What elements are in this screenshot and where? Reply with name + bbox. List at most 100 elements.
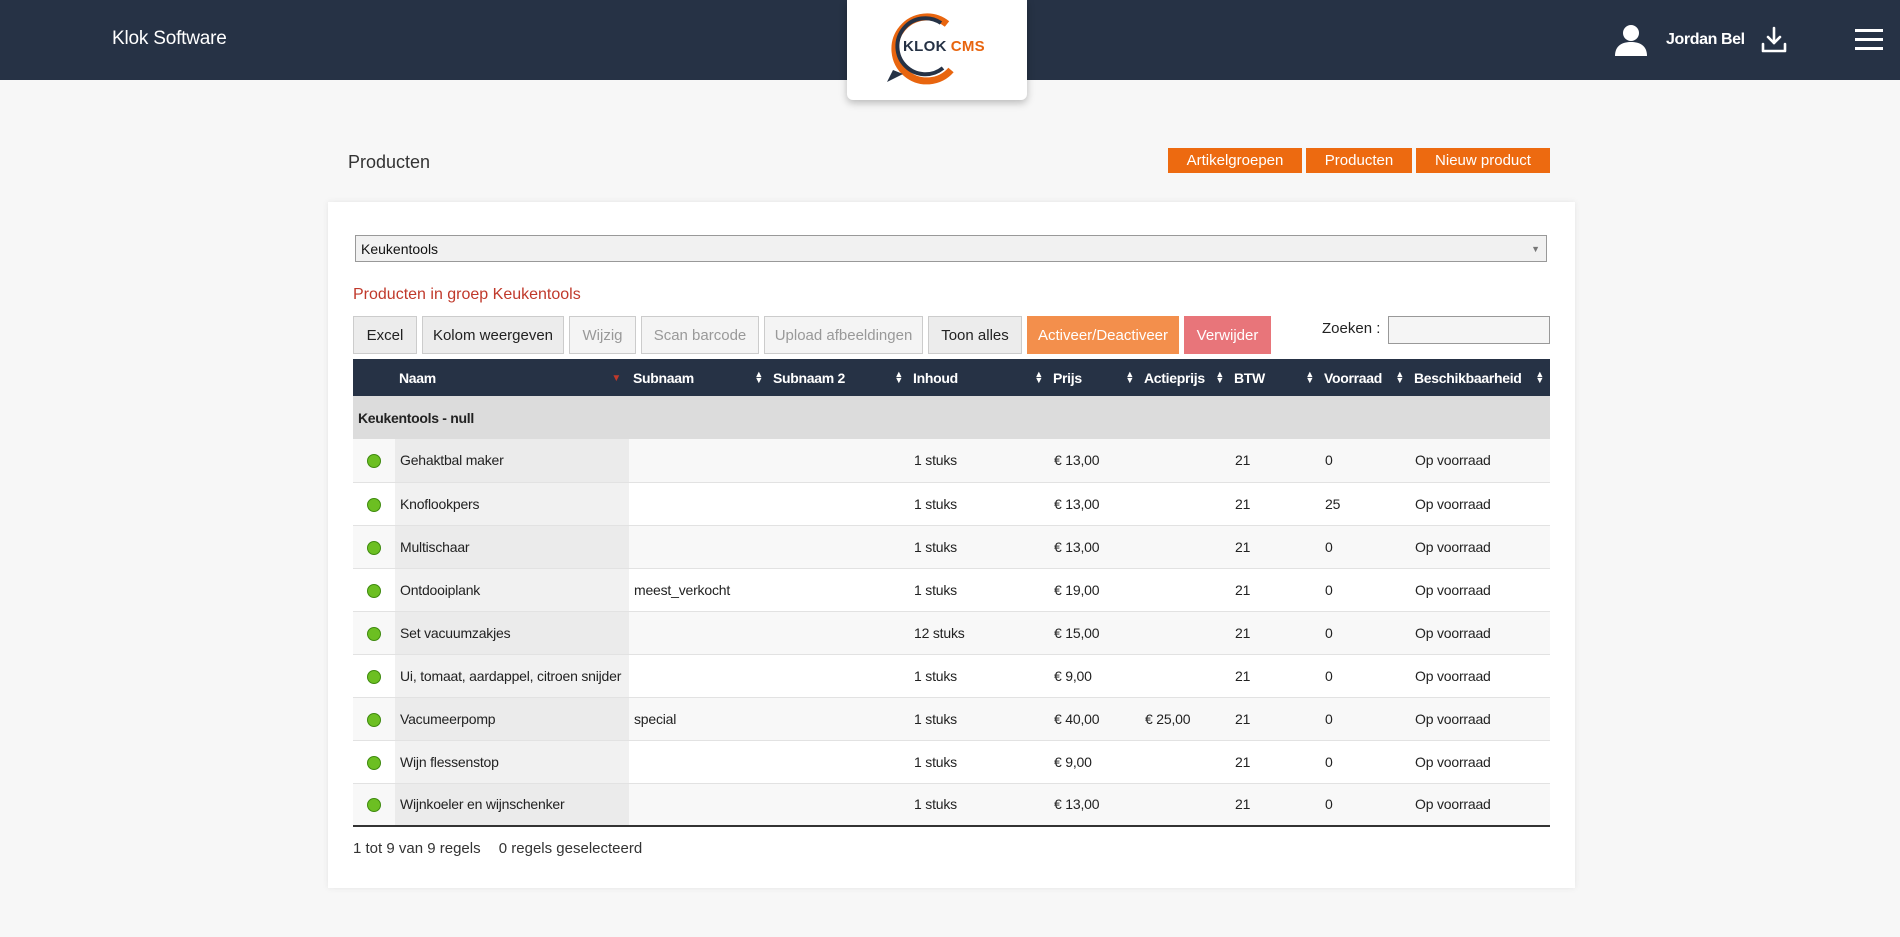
kolom-weergeven-button[interactable]: Kolom weergeven xyxy=(422,316,564,354)
table-row[interactable]: Gehaktbal maker 1 stuks € 13,00 21 0 Op … xyxy=(353,439,1550,483)
column-header-subnaam-2[interactable]: Subnaam 2 ▲ ▼ xyxy=(769,359,909,396)
artikelgroepen-button[interactable]: Artikelgroepen xyxy=(1168,148,1302,173)
search-label: Zoeken : xyxy=(1322,320,1381,337)
cell-prijs: € 19,00 xyxy=(1049,568,1140,612)
cell-subnaam-2 xyxy=(769,611,909,655)
cell-voorraad: 0 xyxy=(1320,439,1410,483)
dropdown-arrow-icon: ▼ xyxy=(1531,244,1540,254)
sort-icon: ▲ ▼ xyxy=(1535,369,1544,385)
cell-prijs: € 13,00 xyxy=(1049,439,1140,483)
table-row[interactable]: Set vacuumzakjes 12 stuks € 15,00 21 0 O… xyxy=(353,611,1550,655)
producten-button[interactable]: Producten xyxy=(1306,148,1412,173)
cell-subnaam-2 xyxy=(769,654,909,698)
sort-icon: ▲ ▼ xyxy=(754,369,763,385)
cell-inhoud: 12 stuks xyxy=(909,611,1049,655)
search-input[interactable] xyxy=(1388,316,1550,344)
cell-beschikbaarheid: Op voorraad xyxy=(1410,439,1550,483)
status-cell xyxy=(353,611,395,655)
cell-subnaam-2 xyxy=(769,482,909,526)
cell-voorraad: 0 xyxy=(1320,740,1410,784)
cell-subnaam xyxy=(629,654,769,698)
upload-afbeeldingen-button[interactable]: Upload afbeeldingen xyxy=(764,316,923,354)
column-header-voorraad[interactable]: Voorraad ▲ ▼ xyxy=(1320,359,1410,396)
group-row: Keukentools - null xyxy=(353,396,1550,439)
cell-subnaam-2 xyxy=(769,568,909,612)
cell-subnaam-2 xyxy=(769,783,909,827)
cell-actieprijs xyxy=(1140,611,1230,655)
product-group-select[interactable]: Keukentools ▼ xyxy=(355,235,1547,262)
selected-rows-info: 0 regels geselecteerd xyxy=(498,840,643,857)
active-status-icon[interactable] xyxy=(367,540,381,555)
cms-logo[interactable]: KLOK CMS xyxy=(847,0,1027,100)
cell-inhoud: 1 stuks xyxy=(909,740,1049,784)
scan-barcode-button[interactable]: Scan barcode xyxy=(641,316,759,354)
table-row[interactable]: Ontdooiplank meest_verkocht 1 stuks € 19… xyxy=(353,568,1550,612)
active-status-icon[interactable] xyxy=(367,626,381,641)
wijzig-button[interactable]: Wijzig xyxy=(569,316,636,354)
cell-btw: 21 xyxy=(1230,568,1320,612)
table-row[interactable]: Knoflookpers 1 stuks € 13,00 21 25 Op vo… xyxy=(353,482,1550,526)
activeer-deactiveer-button[interactable]: Activeer/Deactiveer xyxy=(1027,316,1179,354)
status-cell xyxy=(353,525,395,569)
cell-naam: Knoflookpers xyxy=(395,482,629,526)
status-cell xyxy=(353,439,395,483)
cell-subnaam: special xyxy=(629,697,769,741)
column-header-inhoud[interactable]: Inhoud ▲ ▼ xyxy=(909,359,1049,396)
cell-beschikbaarheid: Op voorraad xyxy=(1410,697,1550,741)
user-icon[interactable] xyxy=(1613,24,1649,61)
cell-prijs: € 9,00 xyxy=(1049,740,1140,784)
cell-btw: 21 xyxy=(1230,482,1320,526)
toon-alles-button[interactable]: Toon alles xyxy=(928,316,1022,354)
cell-beschikbaarheid: Op voorraad xyxy=(1410,568,1550,612)
logo-text: KLOK CMS xyxy=(903,38,985,55)
page-title: Producten xyxy=(348,152,431,172)
column-header-actieprijs[interactable]: Actieprijs ▲ ▼ xyxy=(1140,359,1230,396)
active-status-icon[interactable] xyxy=(367,755,381,770)
user-name[interactable]: Jordan Bel xyxy=(1666,31,1745,49)
table-row[interactable]: Ui, tomaat, aardappel, citroen snijder 1… xyxy=(353,654,1550,698)
sort-icon: ▲ ▼ xyxy=(1034,369,1043,385)
column-header-subnaam[interactable]: Subnaam ▲ ▼ xyxy=(629,359,769,396)
cell-btw: 21 xyxy=(1230,525,1320,569)
cell-subnaam xyxy=(629,439,769,483)
cell-voorraad: 0 xyxy=(1320,525,1410,569)
hamburger-menu-icon[interactable] xyxy=(1855,28,1883,57)
cell-naam: Set vacuumzakjes xyxy=(395,611,629,655)
cell-inhoud: 1 stuks xyxy=(909,654,1049,698)
active-status-icon[interactable] xyxy=(367,497,381,512)
cell-naam: Ui, tomaat, aardappel, citroen snijder xyxy=(395,654,629,698)
cell-subnaam-2 xyxy=(769,439,909,483)
active-status-icon[interactable] xyxy=(367,454,381,469)
table-footer-info: 1 tot 9 van 9 regels 0 regels geselectee… xyxy=(353,840,656,857)
active-status-icon[interactable] xyxy=(367,583,381,598)
cell-subnaam-2 xyxy=(769,525,909,569)
cell-subnaam xyxy=(629,482,769,526)
table-row[interactable]: Vacumeerpomp special 1 stuks € 40,00 € 2… xyxy=(353,697,1550,741)
cell-prijs: € 9,00 xyxy=(1049,654,1140,698)
active-status-icon[interactable] xyxy=(367,712,381,727)
column-header-btw[interactable]: BTW ▲ ▼ xyxy=(1230,359,1320,396)
cell-prijs: € 13,00 xyxy=(1049,482,1140,526)
column-header-naam[interactable]: Naam ▼ xyxy=(395,359,629,396)
cell-subnaam-2 xyxy=(769,697,909,741)
sort-icon: ▲ ▼ xyxy=(894,369,903,385)
verwijder-button[interactable]: Verwijder xyxy=(1184,316,1271,354)
page-nav-buttons: Artikelgroepen Producten Nieuw product xyxy=(1168,148,1550,173)
table-row[interactable]: Wijn flessenstop 1 stuks € 9,00 21 0 Op … xyxy=(353,740,1550,784)
cell-prijs: € 40,00 xyxy=(1049,697,1140,741)
cell-beschikbaarheid: Op voorraad xyxy=(1410,740,1550,784)
download-icon[interactable] xyxy=(1760,26,1788,59)
cell-beschikbaarheid: Op voorraad xyxy=(1410,783,1550,827)
excel-button[interactable]: Excel xyxy=(353,316,417,354)
table-row[interactable]: Wijnkoeler en wijnschenker 1 stuks € 13,… xyxy=(353,783,1550,827)
cell-actieprijs xyxy=(1140,568,1230,612)
nieuw-product-button[interactable]: Nieuw product xyxy=(1416,148,1550,173)
brand-name[interactable]: Klok Software xyxy=(112,28,227,50)
active-status-icon[interactable] xyxy=(367,669,381,684)
column-header-prijs[interactable]: Prijs ▲ ▼ xyxy=(1049,359,1140,396)
row-range-info: 1 tot 9 van 9 regels xyxy=(353,840,481,857)
active-status-icon[interactable] xyxy=(367,798,381,813)
status-cell xyxy=(353,482,395,526)
table-row[interactable]: Multischaar 1 stuks € 13,00 21 0 Op voor… xyxy=(353,525,1550,569)
column-header-beschikbaarheid[interactable]: Beschikbaarheid ▲ ▼ xyxy=(1410,359,1550,396)
